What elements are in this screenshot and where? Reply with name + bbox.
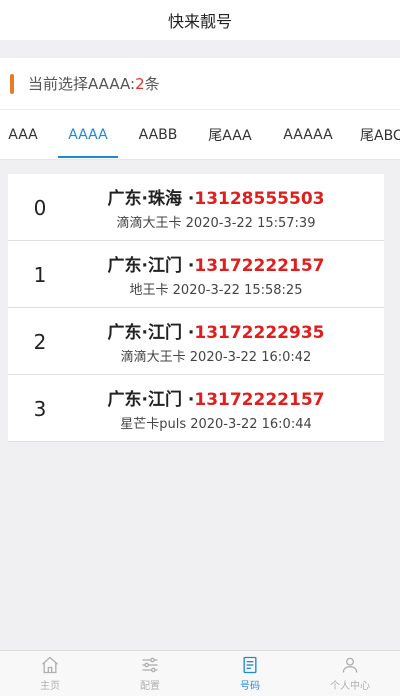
selection-marker [10, 73, 14, 94]
list-item[interactable]: 1 广东·江门 ·13172222157 地王卡 2020-3-22 15:58… [8, 241, 384, 308]
tab-tail-abc[interactable]: 尾ABC [360, 110, 400, 159]
bottom-nav: 主页 配置 号码 个人中心 [0, 650, 400, 696]
item-detail: 地王卡 2020-3-22 15:58:25 [129, 283, 303, 298]
item-location: 广东·江门 · [107, 323, 195, 343]
document-icon [243, 656, 257, 674]
selection-bar: 当前选择AAAA:2条 [0, 58, 400, 110]
nav-home[interactable]: 主页 [0, 651, 100, 696]
tab-label: AAA [8, 127, 38, 143]
selection-suffix: 条 [144, 75, 160, 93]
item-location: 广东·江门 · [107, 256, 195, 276]
list-item[interactable]: 0 广东·珠海 ·13128555503 滴滴大王卡 2020-3-22 15:… [8, 174, 384, 241]
tab-aaa[interactable]: AAA [4, 110, 42, 159]
number-list: 0 广东·珠海 ·13128555503 滴滴大王卡 2020-3-22 15:… [8, 174, 384, 442]
nav-profile[interactable]: 个人中心 [300, 651, 400, 696]
tab-label: AABB [138, 127, 178, 143]
user-icon [342, 657, 358, 673]
tab-label: AAAA [68, 127, 108, 143]
item-title: 广东·江门 ·13172222157 [8, 385, 384, 410]
tab-aaaaa[interactable]: AAAAA [279, 110, 337, 159]
tab-label: 尾AAA [208, 128, 252, 144]
selection-prefix: 当前选择AAAA: [28, 75, 136, 93]
tab-aabb[interactable]: AABB [133, 110, 183, 159]
tab-aaaa[interactable]: AAAA [58, 110, 118, 159]
nav-label: 个人中心 [330, 681, 370, 692]
category-tabs: AAA AAAA AABB 尾AAA AAAAA 尾ABC [0, 110, 400, 160]
nav-label: 配置 [140, 681, 160, 692]
page-title: 快来靓号 [167, 12, 232, 31]
item-detail: 滴滴大王卡 2020-3-22 16:0:42 [120, 350, 312, 365]
item-detail: 滴滴大王卡 2020-3-22 15:57:39 [116, 216, 316, 231]
tab-label: 尾ABC [360, 128, 400, 144]
item-location: 广东·江门 · [107, 390, 195, 410]
nav-label: 主页 [40, 681, 60, 692]
header: 快来靓号 [0, 0, 400, 40]
tab-label: AAAAA [283, 127, 333, 143]
selection-count: 2 [135, 75, 145, 93]
nav-label: 号码 [240, 681, 260, 692]
item-number: 13172222935 [194, 323, 325, 343]
app: 快来靓号 当前选择AAAA:2条 AAA AAAA AABB 尾AAA AAAA… [0, 0, 400, 696]
item-number: 13172222157 [194, 390, 325, 410]
item-detail: 星芒卡puls 2020-3-22 16:0:44 [120, 417, 312, 432]
item-number: 13172222157 [194, 256, 325, 276]
tab-tail-aaa[interactable]: 尾AAA [203, 110, 257, 159]
item-title: 广东·江门 ·13172222935 [8, 318, 384, 343]
home-icon [42, 656, 58, 674]
selection-text: 当前选择AAAA:2条 [28, 73, 160, 94]
nav-settings[interactable]: 配置 [100, 651, 200, 696]
sliders-icon [142, 657, 158, 673]
list-item[interactable]: 2 广东·江门 ·13172222935 滴滴大王卡 2020-3-22 16:… [8, 308, 384, 375]
item-title: 广东·珠海 ·13128555503 [8, 184, 384, 209]
item-title: 广东·江门 ·13172222157 [8, 251, 384, 276]
list-item[interactable]: 3 广东·江门 ·13172222157 星芒卡puls 2020-3-22 1… [8, 375, 384, 442]
item-location: 广东·珠海 · [107, 189, 195, 209]
nav-numbers[interactable]: 号码 [200, 651, 300, 696]
item-number: 13128555503 [194, 189, 325, 209]
